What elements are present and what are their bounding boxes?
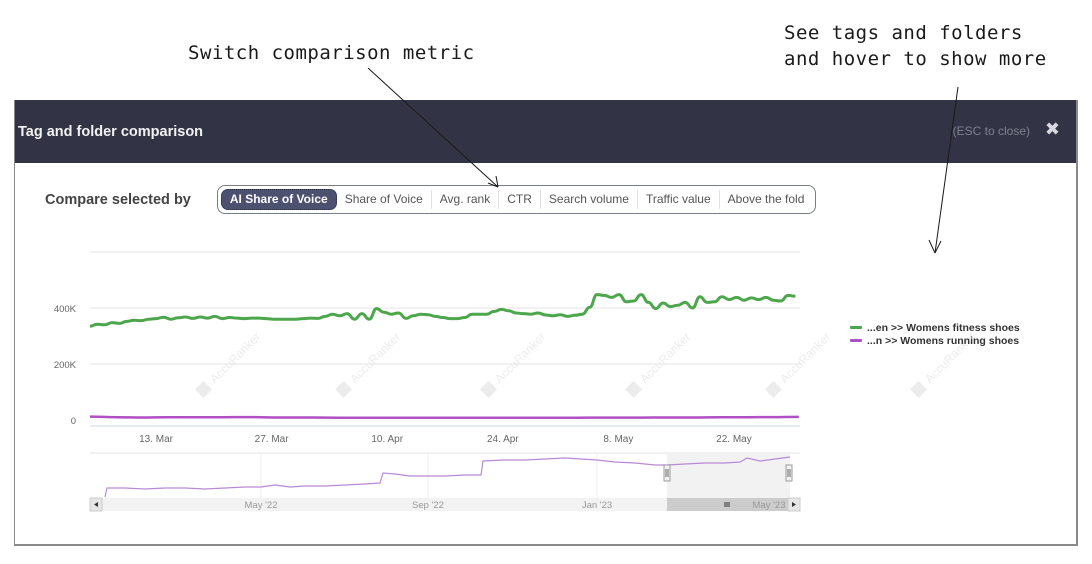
navigator-tick-label: May '22: [245, 500, 278, 511]
x-tick-label: 27. Mar: [255, 434, 290, 445]
legend-label-fitness: ...en >> Womens fitness shoes: [867, 321, 1020, 334]
legend-item-fitness[interactable]: ...en >> Womens fitness shoes: [850, 321, 1020, 334]
watermark-text: AccuRanker: [777, 330, 833, 386]
navigator-tick-label: May '23: [753, 500, 786, 511]
watermark-text: AccuRanker: [637, 330, 693, 386]
watermark-logo-icon: [765, 380, 783, 398]
navigator-tick-label: Jan '23: [582, 500, 612, 511]
x-tick-label: 22. May: [716, 434, 752, 445]
legend-swatch-running: [850, 339, 862, 342]
chart-legend: ...en >> Womens fitness shoes ...n >> Wo…: [850, 321, 1020, 347]
watermark-logo-icon: [480, 380, 498, 398]
x-tick-label: 10. Apr: [371, 434, 403, 445]
esc-hint: (ESC to close): [952, 124, 1030, 138]
watermark-logo-icon: [195, 380, 213, 398]
y-tick-label: 200K: [54, 360, 77, 371]
comparison-chart: AccuRanker AccuRanker AccuRanker AccuRanker…: [54, 251, 978, 512]
watermark-text: AccuRanker: [492, 330, 548, 386]
legend-swatch-fitness: [850, 326, 862, 329]
annotation-switch-metric: Switch comparison metric: [188, 42, 475, 64]
watermark-text: AccuRanker: [207, 330, 263, 386]
watermark-logo-icon: [335, 380, 353, 398]
series-line-fitness: [89, 293, 796, 328]
series-line-running: [89, 415, 799, 420]
comparison-modal: Tag and folder comparison (ESC to close)…: [14, 100, 1078, 546]
navigator-tick-label: Sep '22: [412, 500, 444, 511]
modal-header: Tag and folder comparison (ESC to close)…: [15, 100, 1076, 163]
close-x-icon[interactable]: ✖: [1045, 120, 1060, 140]
x-tick-label: 24. Apr: [487, 434, 519, 445]
modal-title: Tag and folder comparison: [18, 123, 204, 140]
y-tick-label: 400K: [54, 304, 77, 315]
navigator-handle-left[interactable]: [663, 464, 671, 482]
watermark-logo-icon: [625, 380, 643, 398]
y-tick-label: 0: [71, 416, 76, 427]
chart-area: AccuRanker AccuRanker AccuRanker AccuRanker…: [15, 163, 1079, 543]
watermark-logo-icon: [910, 380, 928, 398]
navigator-handle-right[interactable]: [785, 464, 793, 482]
x-tick-label: 13. Mar: [139, 434, 174, 445]
legend-label-running: ...n >> Womens running shoes: [867, 334, 1020, 347]
annotation-tags-folders: See tags and folders and hover to show m…: [784, 22, 1047, 70]
watermark-text: AccuRanker: [347, 330, 403, 386]
legend-item-running[interactable]: ...n >> Womens running shoes: [850, 334, 1020, 347]
x-tick-label: 8. May: [603, 434, 633, 445]
